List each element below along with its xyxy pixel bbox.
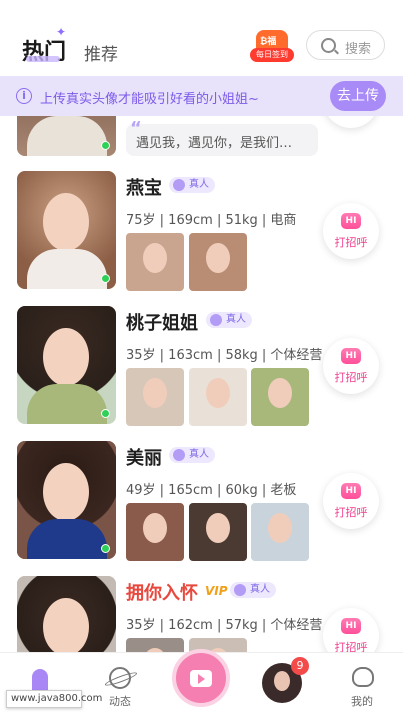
user-avatar[interactable] [17,116,116,156]
search-button[interactable]: 搜索 [306,30,385,60]
search-icon [321,38,336,53]
user-avatar[interactable] [17,441,116,559]
watermark: www.java800.com [6,690,102,708]
sparkle-icon: ✦ [56,25,67,39]
user-card[interactable]: 燕宝 真人 75岁 | 169cm | 51kg | 电商 HI 打招呼 [0,171,403,299]
user-name[interactable]: 桃子姐姐 [126,309,198,335]
user-feed[interactable]: “ 遇见我，遇见你，是我们… 燕宝 真人 75岁 | 169cm | 51kg … [0,116,403,652]
hi-bubble-icon: HI [341,483,361,499]
user-stats: 49岁 | 165cm | 60kg | 老板 [126,483,297,498]
lucky-bag-text: ₿福 [260,37,277,47]
photo-thumbnail[interactable] [251,503,309,561]
vip-badge: VIP [205,584,228,598]
photo-thumbnail[interactable] [189,233,247,291]
greet-label: 打招呼 [334,371,368,384]
photo-thumbnail[interactable] [189,368,247,426]
search-label: 搜索 [345,42,372,57]
user-card[interactable]: 拥你入怀 VIP 真人 35岁 | 162cm | 57kg | 个体经营 HI… [0,576,403,652]
user-card[interactable]: “ 遇见我，遇见你，是我们… [0,116,403,164]
user-stats: 35岁 | 162cm | 57kg | 个体经营 [126,618,323,633]
user-avatar[interactable] [17,171,116,289]
greet-button[interactable]: HI 打招呼 [323,473,379,529]
unread-count-badge: 9 [291,657,309,675]
video-call-button[interactable] [172,649,230,707]
online-indicator [101,544,110,553]
verified-badge: 真人 [206,312,252,328]
greet-button[interactable]: HI 打招呼 [323,338,379,394]
tab-active-indicator [26,56,60,62]
video-camera-icon [190,670,212,687]
online-indicator [101,409,110,418]
photo-thumbnail[interactable] [126,638,184,652]
user-avatar[interactable] [17,576,116,652]
greet-label: 打招呼 [334,641,368,652]
user-name[interactable]: 美丽 [126,444,162,470]
daily-checkin-button[interactable]: ₿福 每日签到 [250,28,294,64]
banner-text: 上传真实头像才能吸引好看的小姐姐~ [40,92,259,107]
online-indicator [101,141,110,150]
upload-button[interactable]: 去上传 [330,81,386,111]
user-card[interactable]: 桃子姐姐 真人 35岁 | 163cm | 58kg | 个体经营 HI 打招呼 [0,306,403,434]
greet-button[interactable]: HI 打招呼 [323,203,379,259]
user-card[interactable]: 美丽 真人 49岁 | 165cm | 60kg | 老板 HI 打招呼 [0,441,403,569]
checkin-label: 每日签到 [250,48,294,62]
hi-bubble-icon: HI [341,618,361,634]
user-stats: 75岁 | 169cm | 51kg | 电商 [126,213,297,228]
info-icon: i [16,88,32,104]
hi-bubble-icon: HI [341,348,361,364]
photo-thumbnail[interactable] [126,503,184,561]
greet-label: 打招呼 [334,506,368,519]
nav-mine[interactable]: 我的 [332,659,392,711]
photo-thumbnail[interactable] [126,233,184,291]
signature-box: “ 遇见我，遇见你，是我们… [126,118,318,156]
photo-thumbnail[interactable] [251,368,309,426]
user-avatar[interactable] [17,306,116,424]
user-stats: 35岁 | 163cm | 58kg | 个体经营 [126,348,323,363]
tab-recommend[interactable]: 推荐 [84,40,118,65]
top-header: 热门 ✦ 推荐 ₿福 每日签到 搜索 [0,0,403,76]
online-indicator [101,274,110,283]
nav-label: 我的 [351,695,373,708]
photo-thumbnail[interactable] [126,368,184,426]
user-name[interactable]: 拥你入怀 [126,579,198,605]
greet-button[interactable] [323,116,379,128]
bear-icon [352,667,374,687]
user-name[interactable]: 燕宝 [126,174,162,200]
greet-label: 打招呼 [334,236,368,249]
verified-badge: 真人 [169,177,215,193]
verified-badge: 真人 [169,447,215,463]
hi-bubble-icon: HI [341,213,361,229]
signature-text: 遇见我，遇见你，是我们… [136,136,293,151]
verified-badge: 真人 [230,582,276,598]
greet-button[interactable]: HI 打招呼 [323,608,379,652]
planet-icon [109,667,131,689]
photo-thumbnail[interactable] [189,503,247,561]
